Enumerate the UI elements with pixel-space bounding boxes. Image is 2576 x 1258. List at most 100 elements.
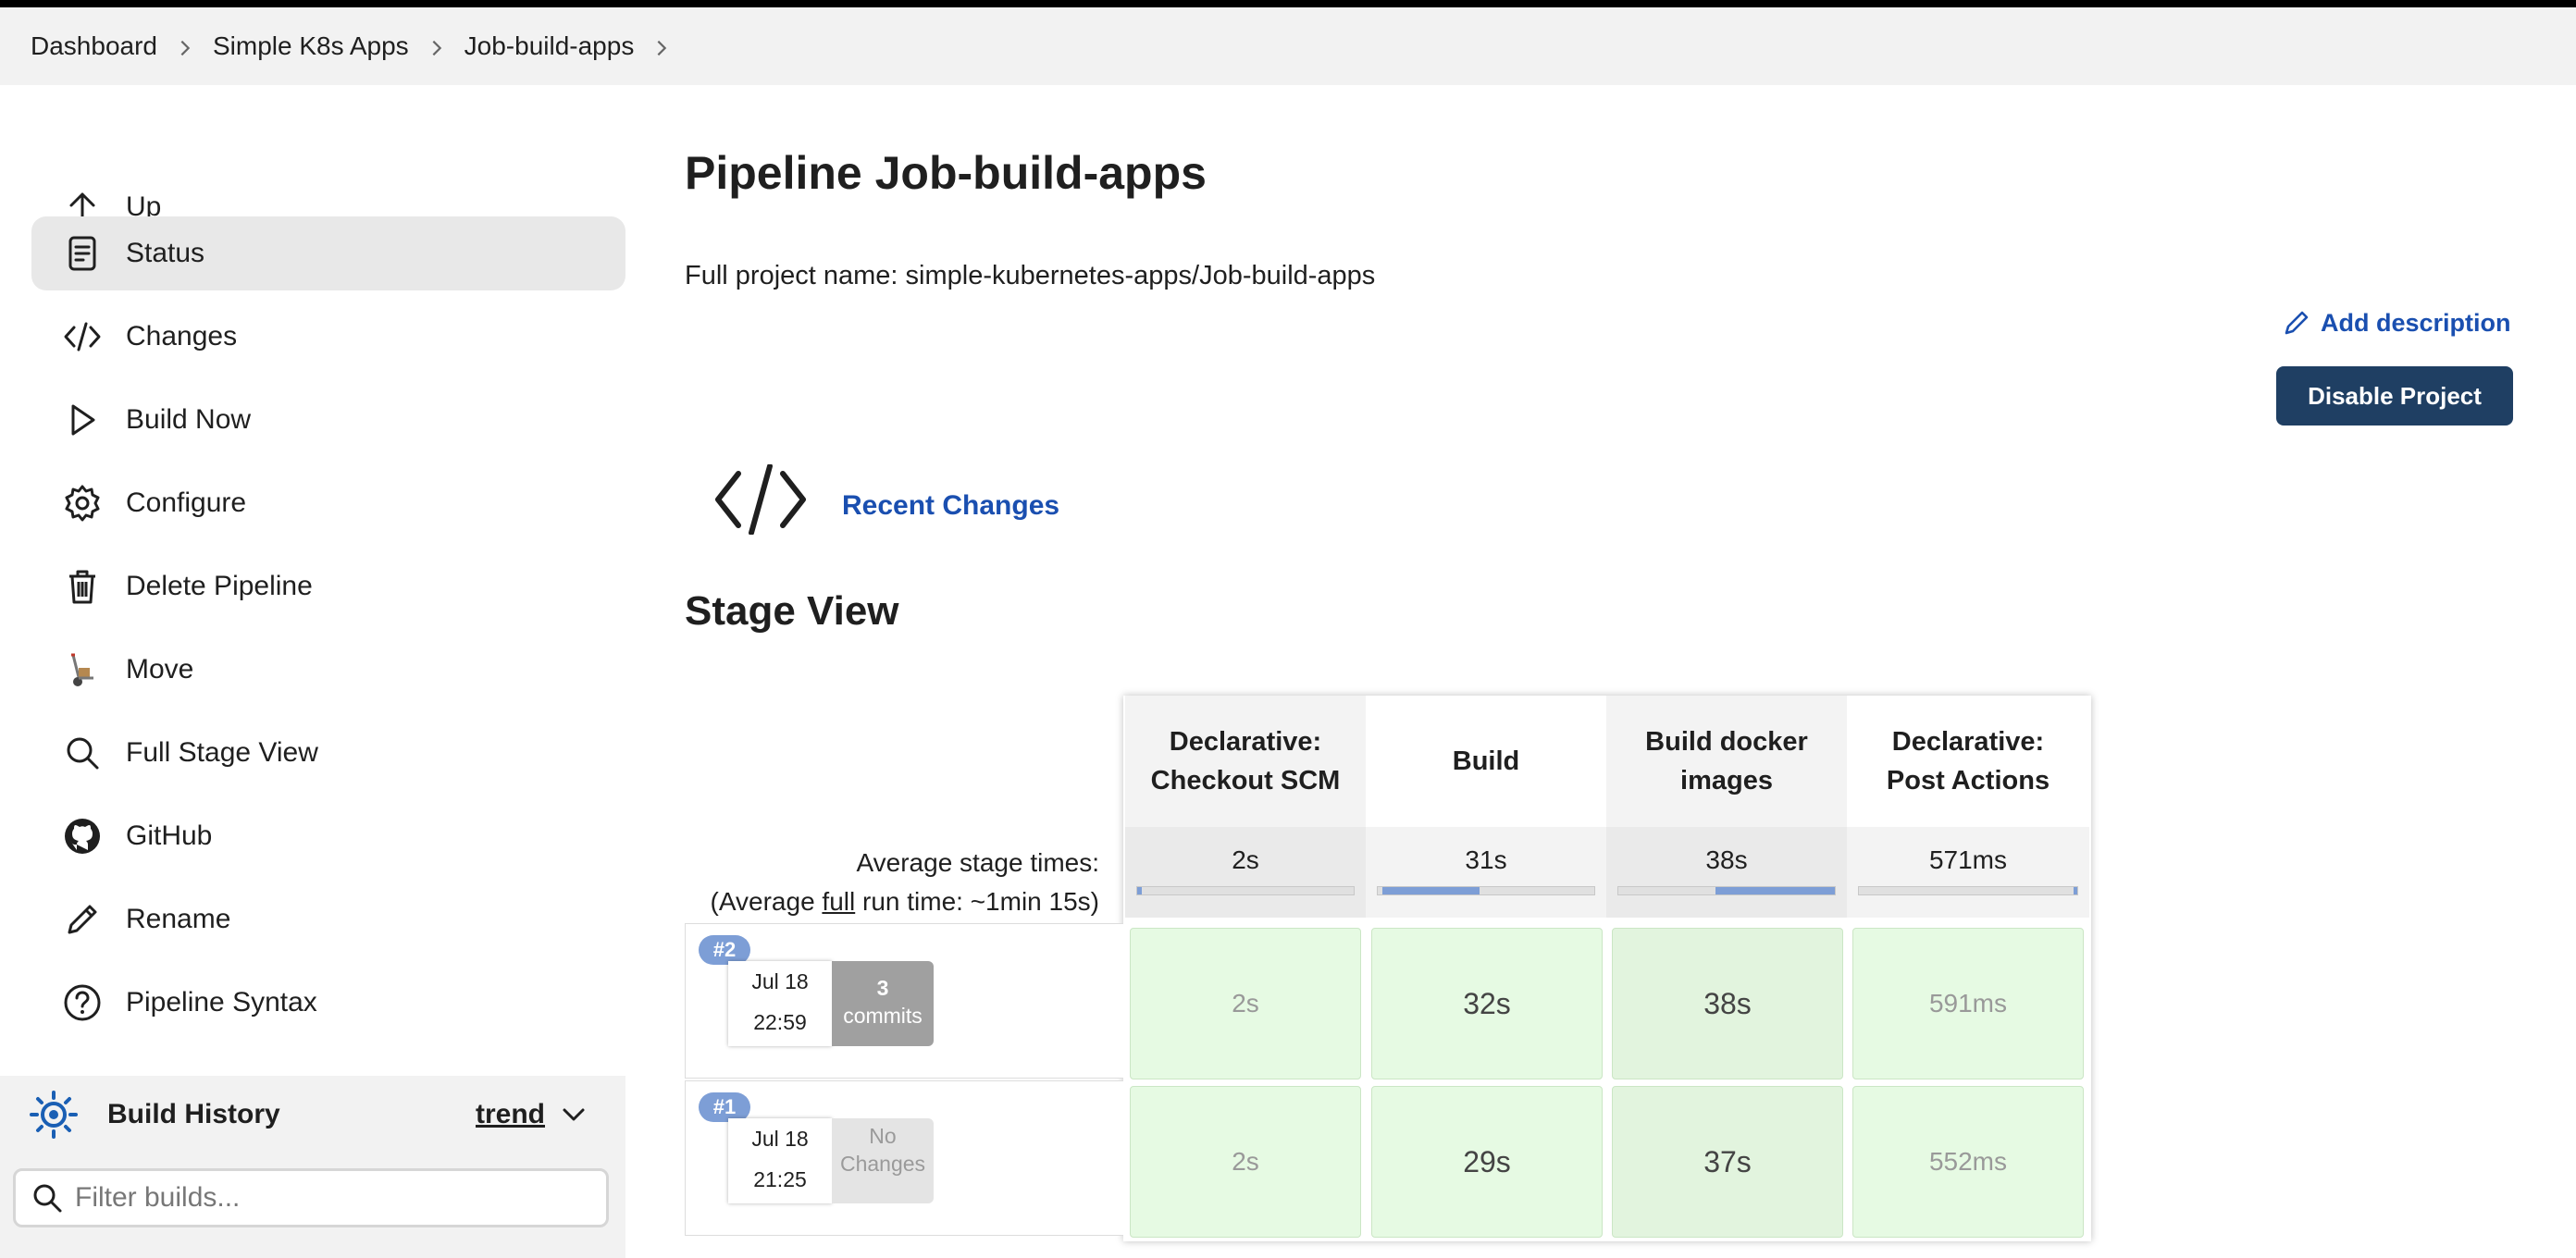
avg-label-post: run time: ~1min 15s) — [855, 887, 1099, 916]
stage-cell[interactable]: 2s — [1130, 1086, 1361, 1238]
trend-link[interactable]: trend — [476, 1099, 545, 1130]
stage-avg-progress-bar — [1136, 886, 1355, 895]
filter-builds-area — [0, 1153, 625, 1258]
changes-label: commits — [843, 1004, 923, 1028]
build-date: Jul 18 — [751, 969, 809, 993]
search-icon — [33, 1184, 62, 1213]
sidebar-item-label: Status — [126, 238, 205, 268]
stage-header-build-docker-images: Build docker images — [1606, 696, 1847, 827]
build-time: 22:59 — [753, 1010, 807, 1034]
build-history-title: Build History — [107, 1099, 280, 1129]
stage-name: Post Actions — [1886, 766, 2050, 796]
sidebar-item-label: Changes — [126, 321, 238, 352]
help-circle-icon — [31, 982, 120, 1023]
trash-icon — [31, 566, 120, 607]
hand-truck-icon — [31, 649, 120, 690]
breadcrumb-dashboard[interactable]: Dashboard — [31, 31, 157, 61]
changes-badge[interactable]: 3 commits — [832, 961, 934, 1046]
filter-builds-input[interactable] — [75, 1182, 593, 1214]
stage-cell[interactable]: 591ms — [1852, 928, 2084, 1079]
sidebar-item-changes[interactable]: Changes — [31, 300, 625, 374]
sidebar-item-label: Pipeline Syntax — [126, 987, 317, 1018]
stage-avg-progress-fill — [1715, 887, 1835, 894]
build-row-2: #2 Jul 18 22:59 3 commits — [685, 923, 1123, 1079]
changes-badge[interactable]: No Changes — [832, 1118, 934, 1203]
sidebar-item-move[interactable]: Move — [31, 633, 625, 707]
stage-name: Declarative: — [1169, 727, 1322, 757]
disable-project-button[interactable]: Disable Project — [2276, 366, 2513, 426]
chevron-right-icon[interactable] — [157, 32, 213, 61]
sidebar-item-label: Build Now — [126, 404, 252, 435]
changes-label: Changes — [839, 1152, 926, 1176]
sidebar-item-build-now[interactable]: Build Now — [31, 383, 625, 457]
stage-cell[interactable]: 2s — [1130, 928, 1361, 1079]
sidebar-item-label: Delete Pipeline — [126, 571, 313, 601]
stage-avg-progress-bar — [1858, 886, 2078, 895]
avg-label-line1: Average stage times: — [856, 848, 1099, 877]
stage-header-build: Build — [1366, 696, 1606, 827]
stage-name: Checkout SCM — [1150, 766, 1341, 796]
stage-name: Build — [1452, 746, 1520, 776]
sidebar-item-rename[interactable]: Rename — [31, 882, 625, 956]
code-icon — [715, 464, 806, 535]
search-icon — [31, 733, 120, 773]
stage-name: Build docker — [1645, 727, 1808, 757]
sidebar-item-label: Configure — [126, 487, 247, 518]
stage-avg-progress-fill — [2074, 887, 2077, 894]
recent-changes-link[interactable]: Recent Changes — [842, 490, 1059, 522]
average-stage-times-label: Average stage times: (Average full run t… — [685, 844, 1099, 921]
stage-cell[interactable]: 38s — [1612, 928, 1843, 1079]
add-description-link[interactable]: Add description — [2282, 308, 2511, 338]
changes-count: 3 — [876, 976, 889, 1000]
sidebar-item-configure[interactable]: Configure — [31, 466, 625, 540]
sidebar-item-label: Move — [126, 654, 194, 684]
build-history-icon — [30, 1091, 78, 1139]
stage-cell[interactable]: 29s — [1371, 1086, 1603, 1238]
sidebar-item-label: GitHub — [126, 820, 213, 851]
stage-name: Declarative: — [1891, 727, 2045, 757]
pencil-icon — [2285, 311, 2309, 335]
sidebar-item-delete-pipeline[interactable]: Delete Pipeline — [31, 549, 625, 623]
stage-cell[interactable]: 32s — [1371, 928, 1603, 1079]
build-history-header: Build History trend — [0, 1076, 625, 1153]
breadcrumb-job-build-apps[interactable]: Job-build-apps — [464, 31, 635, 61]
stage-avg-time: 31s — [1366, 827, 1606, 918]
build-time: 21:25 — [753, 1167, 807, 1191]
gear-icon — [31, 483, 120, 524]
filter-builds-box — [13, 1168, 609, 1227]
stage-cell[interactable]: 37s — [1612, 1086, 1843, 1238]
build-date: Jul 18 — [751, 1127, 809, 1151]
document-icon — [31, 233, 120, 274]
stage-avg-value: 2s — [1232, 845, 1259, 874]
stage-avg-time: 571ms — [1847, 827, 2089, 918]
sidebar-item-status[interactable]: Status — [31, 216, 625, 290]
stage-avg-value: 31s — [1465, 845, 1507, 874]
sidebar-item-label: Rename — [126, 904, 231, 934]
sidebar-item-full-stage-view[interactable]: Full Stage View — [31, 716, 625, 790]
stage-cell[interactable]: 552ms — [1852, 1086, 2084, 1238]
stage-avg-value: 571ms — [1928, 845, 2008, 874]
chevron-right-icon[interactable] — [634, 32, 689, 61]
breadcrumb: Dashboard Simple K8s Apps Job-build-apps — [0, 7, 2576, 85]
build-date-card: Jul 18 22:59 — [728, 961, 832, 1046]
changes-count: No — [869, 1124, 897, 1148]
avg-label-pre: (Average — [710, 887, 823, 916]
code-icon — [31, 316, 120, 357]
sidebar-item-pipeline-syntax[interactable]: Pipeline Syntax — [31, 966, 625, 1040]
chevron-down-icon[interactable] — [559, 1100, 588, 1129]
play-icon — [31, 400, 120, 440]
stage-header-checkout-scm: Declarative: Checkout SCM — [1125, 696, 1366, 827]
stage-avg-time: 38s — [1606, 827, 1847, 918]
stage-avg-progress-fill — [1382, 887, 1480, 894]
stage-avg-progress-bar — [1377, 886, 1595, 895]
breadcrumb-simple-k8s-apps[interactable]: Simple K8s Apps — [213, 31, 409, 61]
chevron-right-icon[interactable] — [409, 32, 464, 61]
full-project-name: Full project name: simple-kubernetes-app… — [685, 261, 1376, 290]
stage-view-title: Stage View — [685, 588, 899, 634]
sidebar-item-label: Full Stage View — [126, 737, 318, 768]
stage-avg-time: 2s — [1125, 827, 1366, 918]
build-date-card: Jul 18 21:25 — [728, 1118, 832, 1203]
top-border — [0, 0, 2576, 7]
page-title: Pipeline Job-build-apps — [685, 147, 1207, 199]
sidebar-item-github[interactable]: GitHub — [31, 799, 625, 873]
